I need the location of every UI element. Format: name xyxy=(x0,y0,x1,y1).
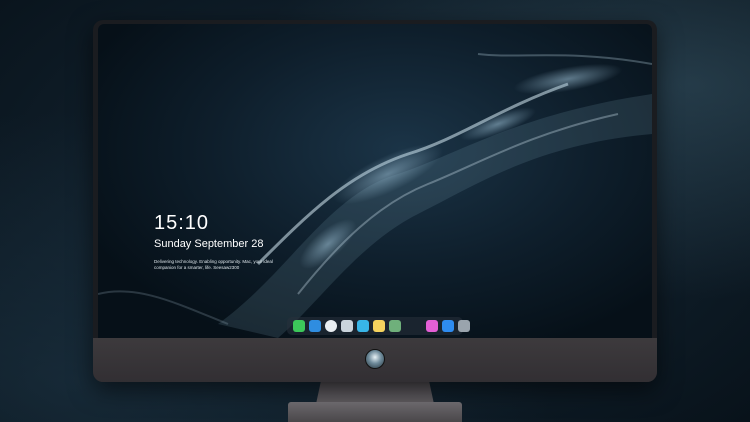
lockscreen-notice: Delivering technology. Enabling opportun… xyxy=(154,259,273,270)
messages-icon[interactable] xyxy=(293,320,305,332)
monitor-stand-base xyxy=(288,402,462,422)
imac-monitor: 15:10 Sunday September 28 Delivering tec… xyxy=(93,20,657,382)
monitor-chin xyxy=(93,338,657,382)
app-store-icon[interactable] xyxy=(442,320,454,332)
brand-logo-icon xyxy=(365,349,385,369)
clips-icon[interactable] xyxy=(357,320,369,332)
safari-icon[interactable] xyxy=(325,320,337,332)
dock xyxy=(287,317,470,335)
monitor-stand-neck xyxy=(316,382,434,404)
lock-screen[interactable]: 15:10 Sunday September 28 Delivering tec… xyxy=(98,24,652,338)
itunes-icon[interactable] xyxy=(426,320,438,332)
screenshot-icon[interactable] xyxy=(458,320,470,332)
photos-icon[interactable] xyxy=(389,320,401,332)
ocean-wallpaper xyxy=(98,53,652,338)
preview-icon[interactable] xyxy=(341,320,353,332)
notes-icon[interactable] xyxy=(373,320,385,332)
lockscreen-date: Sunday September 28 xyxy=(154,238,264,250)
finder-icon[interactable] xyxy=(309,320,321,332)
lockscreen-time: 15:10 xyxy=(154,212,210,234)
